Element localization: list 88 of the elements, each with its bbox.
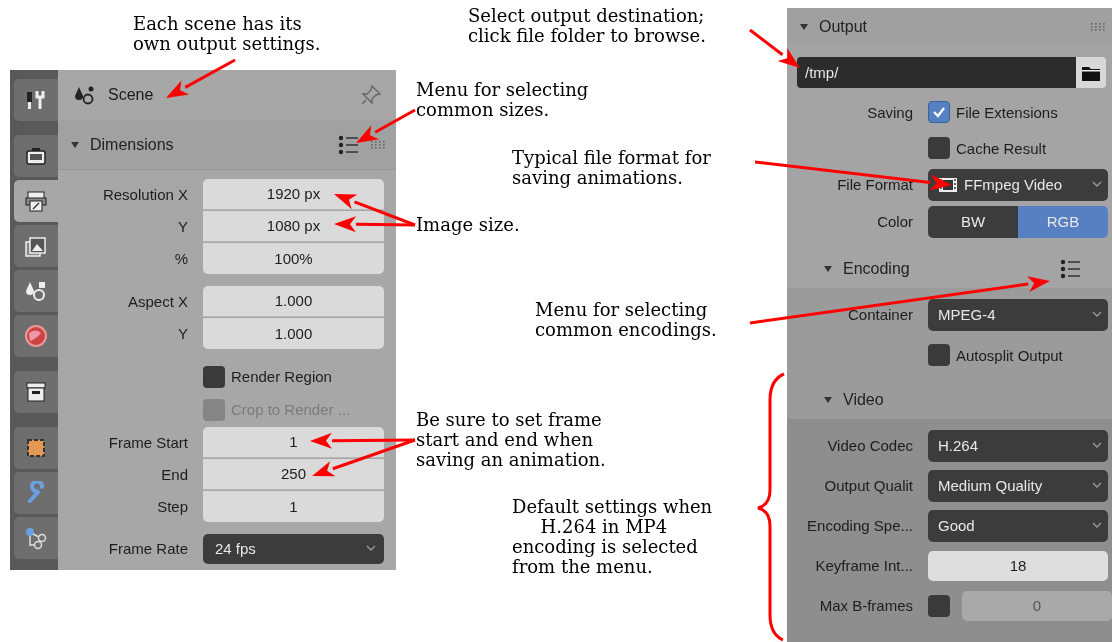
list-icon[interactable] <box>338 134 360 155</box>
checkbox[interactable] <box>928 344 950 366</box>
section-title[interactable]: Output <box>819 17 868 36</box>
annotation-text: Image size. <box>416 215 520 235</box>
number-field[interactable]: 100% <box>203 242 384 274</box>
chevron-icon <box>1092 442 1102 449</box>
field-label: Resolution X <box>101 185 188 203</box>
nodes-icon <box>24 526 48 550</box>
chevron-icon <box>1092 482 1102 489</box>
properties-tab[interactable] <box>14 135 58 177</box>
field-label: Saving <box>866 103 913 121</box>
field-label: Y <box>177 217 188 235</box>
field-label: Video Codec <box>826 437 913 454</box>
annotation-text: Menu for selecting common sizes. <box>416 80 589 120</box>
field-label: Frame Rate <box>107 540 188 557</box>
annotation-text: Each scene has its own output settings. <box>133 14 321 54</box>
properties-tab[interactable] <box>14 180 58 222</box>
arrow <box>749 28 800 68</box>
scene-icon <box>74 84 96 106</box>
field-label: File Format <box>836 176 913 193</box>
images-icon <box>24 234 48 258</box>
dropdown[interactable]: Good <box>928 509 1108 542</box>
properties-tab[interactable] <box>14 225 58 267</box>
checkbox-label[interactable]: Cache Result <box>956 139 1047 157</box>
arrow <box>166 58 236 98</box>
chevron-icon <box>1092 311 1102 318</box>
folder-button[interactable] <box>1076 57 1106 88</box>
annotation-text: Select output destination; click file folder to browse. <box>468 6 706 46</box>
number-field[interactable]: 1.000 <box>203 317 384 349</box>
section-title[interactable]: Dimensions <box>90 135 174 154</box>
number-field[interactable]: 1 <box>203 426 384 458</box>
checkbox-label[interactable]: Autosplit Output <box>956 346 1063 364</box>
field-label: End <box>160 465 188 483</box>
field-label: Encoding Spe... <box>806 517 913 534</box>
dropdown[interactable]: H.264 <box>928 429 1108 462</box>
number-field[interactable]: 1.000 <box>203 285 384 317</box>
checkbox[interactable] <box>203 365 225 388</box>
number-field[interactable]: 1 <box>203 490 384 522</box>
checkmark-icon <box>932 105 946 119</box>
field-label: Output Qualit <box>823 477 913 494</box>
checkbox[interactable] <box>928 101 950 123</box>
box-icon <box>24 380 48 404</box>
field-label: Aspect X <box>126 292 188 310</box>
dropdown[interactable]: Medium Quality <box>928 469 1108 502</box>
dropdown[interactable]: 24 fps <box>203 533 384 564</box>
number-field[interactable]: 250 <box>203 458 384 490</box>
scene-icon <box>24 279 48 303</box>
chevron-icon <box>1092 522 1102 529</box>
properties-tab[interactable] <box>14 371 58 413</box>
toggle-option[interactable]: BW <box>928 205 1018 238</box>
annotation-text: Be sure to set frame start and end when saving an animation. <box>416 410 606 470</box>
grip-icon[interactable] <box>1090 22 1106 31</box>
context-title: Scene <box>108 86 154 104</box>
field-label: Step <box>156 497 188 515</box>
properties-tab[interactable] <box>14 79 58 121</box>
checkbox[interactable] <box>928 137 950 159</box>
annotation-text: Menu for selecting common encodings. <box>535 300 717 340</box>
triangle-icon[interactable] <box>70 139 80 150</box>
field-label: Keyframe Int... <box>814 557 913 574</box>
triangle-icon[interactable] <box>823 395 833 405</box>
number-field[interactable]: 1080 px <box>203 210 384 242</box>
field-label: Max B-frames <box>818 597 913 614</box>
grip-icon[interactable] <box>370 140 386 149</box>
annotation-text: Default settings when H.264 in MP4 encoding is selected from the menu. <box>512 497 713 577</box>
triangle-icon[interactable] <box>823 264 833 274</box>
field-label: Frame Start <box>107 433 188 451</box>
path-field[interactable]: /tmp/ <box>797 57 1076 88</box>
arrow <box>356 108 416 143</box>
field-label: Container <box>846 306 913 323</box>
globe-icon <box>24 324 48 348</box>
dropdown[interactable]: FFmpeg Video <box>928 168 1108 201</box>
list-icon[interactable] <box>1060 259 1082 279</box>
dropdown[interactable]: MPEG-4 <box>928 298 1108 331</box>
field-label: Y <box>177 324 188 342</box>
section-title[interactable]: Encoding <box>843 260 910 278</box>
tools-icon <box>24 88 48 112</box>
field-label: % <box>173 249 188 267</box>
printer-icon <box>24 189 48 213</box>
chevron-icon <box>366 545 376 552</box>
checkbox-label[interactable]: Render Region <box>231 368 332 385</box>
annotation-text: Typical file format for saving animations. <box>512 148 711 188</box>
number-field[interactable]: 18 <box>928 550 1108 581</box>
chevron-icon <box>1092 181 1102 188</box>
triangle-icon[interactable] <box>799 21 809 32</box>
section-title[interactable]: Video <box>843 391 884 409</box>
checkbox-label[interactable]: File Extensions <box>956 103 1058 121</box>
field-label: Color <box>876 213 913 230</box>
number-field[interactable]: 1920 px <box>203 178 384 210</box>
